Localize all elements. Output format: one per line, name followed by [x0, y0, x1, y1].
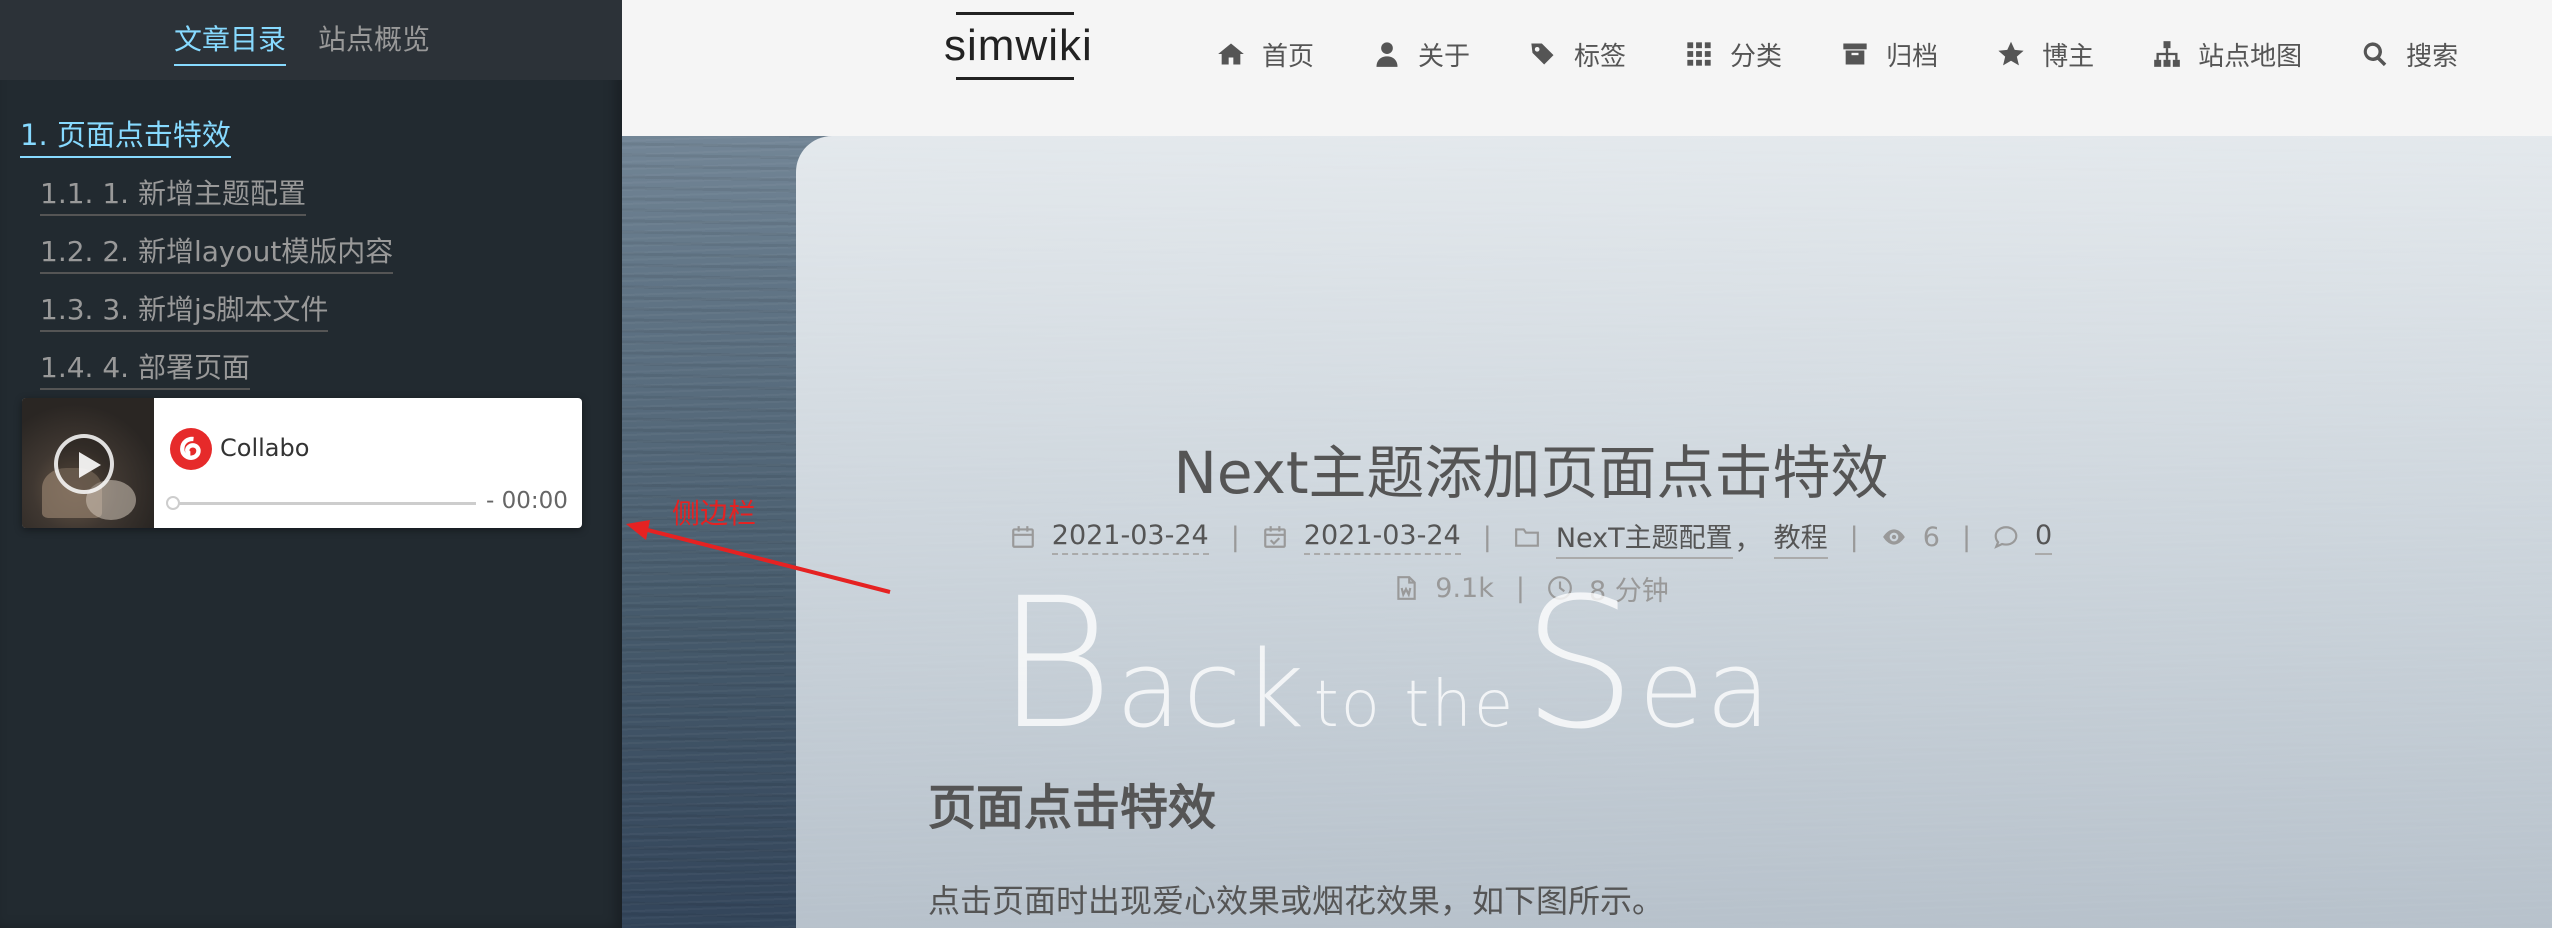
calendar-check-icon [1262, 524, 1290, 552]
watermark-word: to the [1313, 668, 1516, 742]
meta-created: 2021-03-24 [1010, 520, 1209, 555]
meta-separator: | [1961, 522, 1972, 553]
menu-item-label: 站点地图 [2198, 41, 2303, 72]
watermark-letter: B [996, 560, 1116, 769]
menu-item-label: 搜索 [2406, 41, 2459, 72]
watermark-letter: S [1522, 560, 1639, 769]
menu-item-label: 标签 [1574, 41, 1627, 72]
toc-list: 1. 页面点击特效 1.1. 1. 新增主题配置 1.2. 2. 新增layou… [20, 112, 394, 404]
views-count: 6 [1922, 522, 1940, 553]
category-separator: ， [1734, 525, 1762, 556]
updated-date[interactable]: 2021-03-24 [1303, 520, 1461, 555]
meta-views: 6 [1881, 522, 1940, 553]
main-menu: 首页 关于 标签 分类 归档 博主 站点地图 搜索 [1216, 28, 2458, 80]
sidebar: 文章目录 站点概览 1. 页面点击特效 1.1. 1. 新增主题配置 1.2. … [0, 0, 622, 928]
menu-item-search[interactable]: 搜索 [2360, 28, 2458, 80]
meta-updated: 2021-03-24 [1262, 520, 1461, 555]
menu-item-label: 关于 [1418, 41, 1471, 72]
progress-handle[interactable] [166, 496, 180, 510]
brand-line-bottom [956, 77, 1074, 80]
music-player: Collabo - 00:00 [22, 398, 582, 528]
meta-categories: NexT主题配置 ， 教程 [1514, 516, 1828, 559]
menu-item-sitemap[interactable]: 站点地图 [2152, 28, 2302, 80]
menu-item-label: 首页 [1262, 41, 1315, 72]
user-icon [1372, 39, 1402, 69]
meta-comments: 0 [1993, 520, 2053, 555]
menu-item-blogger[interactable]: 博主 [1996, 28, 2094, 80]
menu-item-archives[interactable]: 归档 [1840, 28, 1938, 80]
watermark-word: ack [1115, 628, 1307, 751]
post-title[interactable]: Next主题添加页面点击特效 [796, 426, 2266, 510]
search-icon [2360, 39, 2390, 69]
menu-item-home[interactable]: 首页 [1216, 28, 1314, 80]
toc-link[interactable]: 1.4. 4. 部署页面 [40, 346, 250, 390]
watermark-word: ea [1638, 628, 1773, 751]
toc-link[interactable]: 1. 页面点击特效 [20, 112, 231, 158]
toc-link[interactable]: 1.1. 1. 新增主题配置 [40, 172, 306, 216]
menu-item-tags[interactable]: 标签 [1528, 28, 1626, 80]
section-heading: 页面点击特效 [928, 780, 1217, 836]
back-to-the-sea-watermark: Back to the Sea [996, 560, 1773, 769]
category-link[interactable]: NexT主题配置 [1555, 516, 1733, 559]
star-icon [1996, 39, 2026, 69]
tags-icon [1528, 39, 1558, 69]
meta-separator: | [1230, 522, 1240, 553]
menu-item-categories[interactable]: 分类 [1684, 28, 1782, 80]
category-link[interactable]: 教程 [1773, 516, 1828, 559]
calendar-icon [1010, 524, 1038, 552]
song-title: Collabo [220, 434, 310, 462]
sitemap-icon [2152, 39, 2182, 69]
created-date[interactable]: 2021-03-24 [1051, 520, 1209, 555]
eye-icon [1881, 524, 1909, 552]
comments-count[interactable]: 0 [2035, 520, 2053, 555]
post-meta-row: 2021-03-24 | 2021-03-24 | NexT主题配置 ， 教程 … [796, 516, 2266, 559]
playback-time: - 00:00 [486, 488, 568, 514]
annotation-label: 侧边栏 [672, 497, 757, 530]
toc-item: 1.4. 4. 部署页面 [20, 346, 393, 404]
folder-icon [1514, 524, 1542, 552]
home-icon [1216, 39, 1246, 69]
site-title[interactable]: simwiki [940, 15, 1092, 77]
menu-item-label: 分类 [1730, 41, 1783, 72]
comment-icon [1993, 524, 2021, 552]
netease-music-icon [170, 428, 212, 470]
sidebar-tabs: 文章目录 站点概览 [0, 0, 622, 80]
toc-item: 1.1. 1. 新增主题配置 [20, 172, 393, 230]
grid-icon [1684, 39, 1714, 69]
meta-separator: | [1849, 522, 1859, 553]
tab-overview[interactable]: 站点概览 [318, 18, 430, 58]
progress-bar[interactable] [170, 502, 476, 505]
toc-item: 1.3. 3. 新增js脚本文件 [20, 288, 393, 346]
toc-link[interactable]: 1.3. 3. 新增js脚本文件 [40, 288, 329, 332]
menu-item-label: 归档 [1886, 41, 1939, 72]
site-header: simwiki 首页 关于 标签 分类 归档 博主 站点地图 搜索 [622, 0, 2552, 136]
site-brand[interactable]: simwiki [940, 12, 1092, 80]
post-paragraph: 点击页面时出现爱心效果或烟花效果，如下图所示。 [928, 882, 1665, 920]
meta-separator: | [1482, 522, 1492, 553]
toc-item: 1.2. 2. 新增layout模版内容 [20, 230, 394, 288]
toc-item: 1. 页面点击特效 [20, 112, 393, 172]
menu-item-about[interactable]: 关于 [1372, 28, 1470, 80]
menu-item-label: 博主 [2042, 41, 2095, 72]
play-button[interactable] [54, 434, 114, 494]
album-cover [22, 398, 154, 528]
archive-icon [1840, 39, 1870, 69]
tab-toc[interactable]: 文章目录 [174, 18, 287, 66]
toc-link[interactable]: 1.2. 2. 新增layout模版内容 [40, 230, 394, 274]
